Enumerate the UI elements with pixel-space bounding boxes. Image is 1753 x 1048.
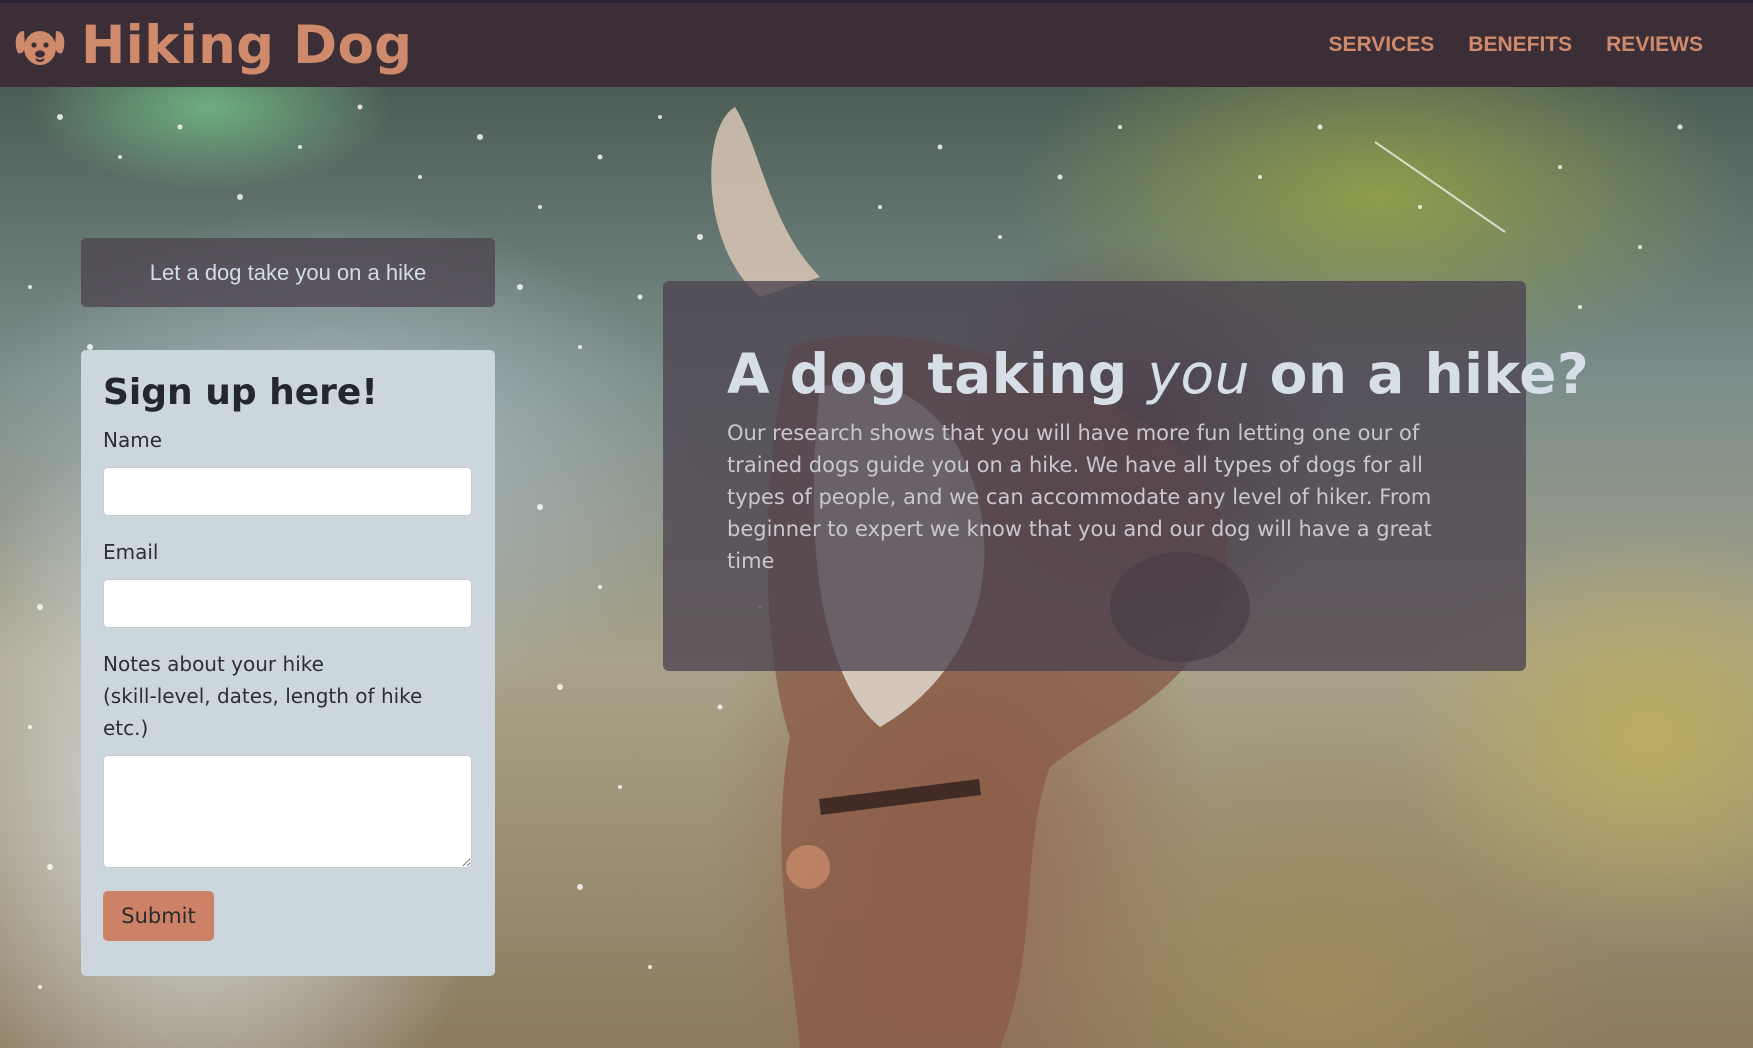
notes-label-main: Notes about your hike [103,652,324,676]
nav-services[interactable]: SERVICES [1328,33,1434,57]
notes-label-hint: (skill-level, dates, length of hike etc.… [103,684,423,740]
dog-tag-shape [786,845,830,889]
info-card: A dog taking you on a hike? Our research… [663,281,1589,671]
nav-benefits[interactable]: BENEFITS [1468,33,1572,57]
splash-streak [1374,141,1506,233]
brand-name: Hiking Dog [81,14,413,76]
name-field[interactable] [103,467,472,516]
info-title-start: A dog taking [727,342,1128,406]
submit-button[interactable]: Submit [103,891,214,941]
notes-label: Notes about your hike (skill-level, date… [103,648,473,744]
nav-reviews[interactable]: REVIEWS [1606,33,1703,57]
hero-tagline: Let a dog take you on a hike [81,238,495,307]
info-title-emphasis: you [1147,342,1250,406]
info-body: Our research shows that you will have mo… [727,421,1432,573]
brand-link[interactable]: Hiking Dog [14,19,412,72]
info-title-end: on a hike? [1269,342,1590,406]
dog-tail-shape [711,107,820,297]
email-field[interactable] [103,579,472,628]
email-label: Email [103,540,159,564]
info-title: A dog taking you on a hike? [727,342,1589,406]
navbar: Hiking Dog SERVICES BENEFITS REVIEWS [0,0,1753,87]
dog-face-icon [15,31,65,65]
notes-textarea[interactable] [103,755,472,868]
hero-background: Let a dog take you on a hike Sign up her… [0,87,1753,1048]
signup-form: Sign up here! Name Email Notes about you… [81,350,495,976]
main-nav: SERVICES BENEFITS REVIEWS [1294,3,1753,87]
signup-title: Sign up here! [103,372,378,413]
name-label: Name [103,428,163,452]
